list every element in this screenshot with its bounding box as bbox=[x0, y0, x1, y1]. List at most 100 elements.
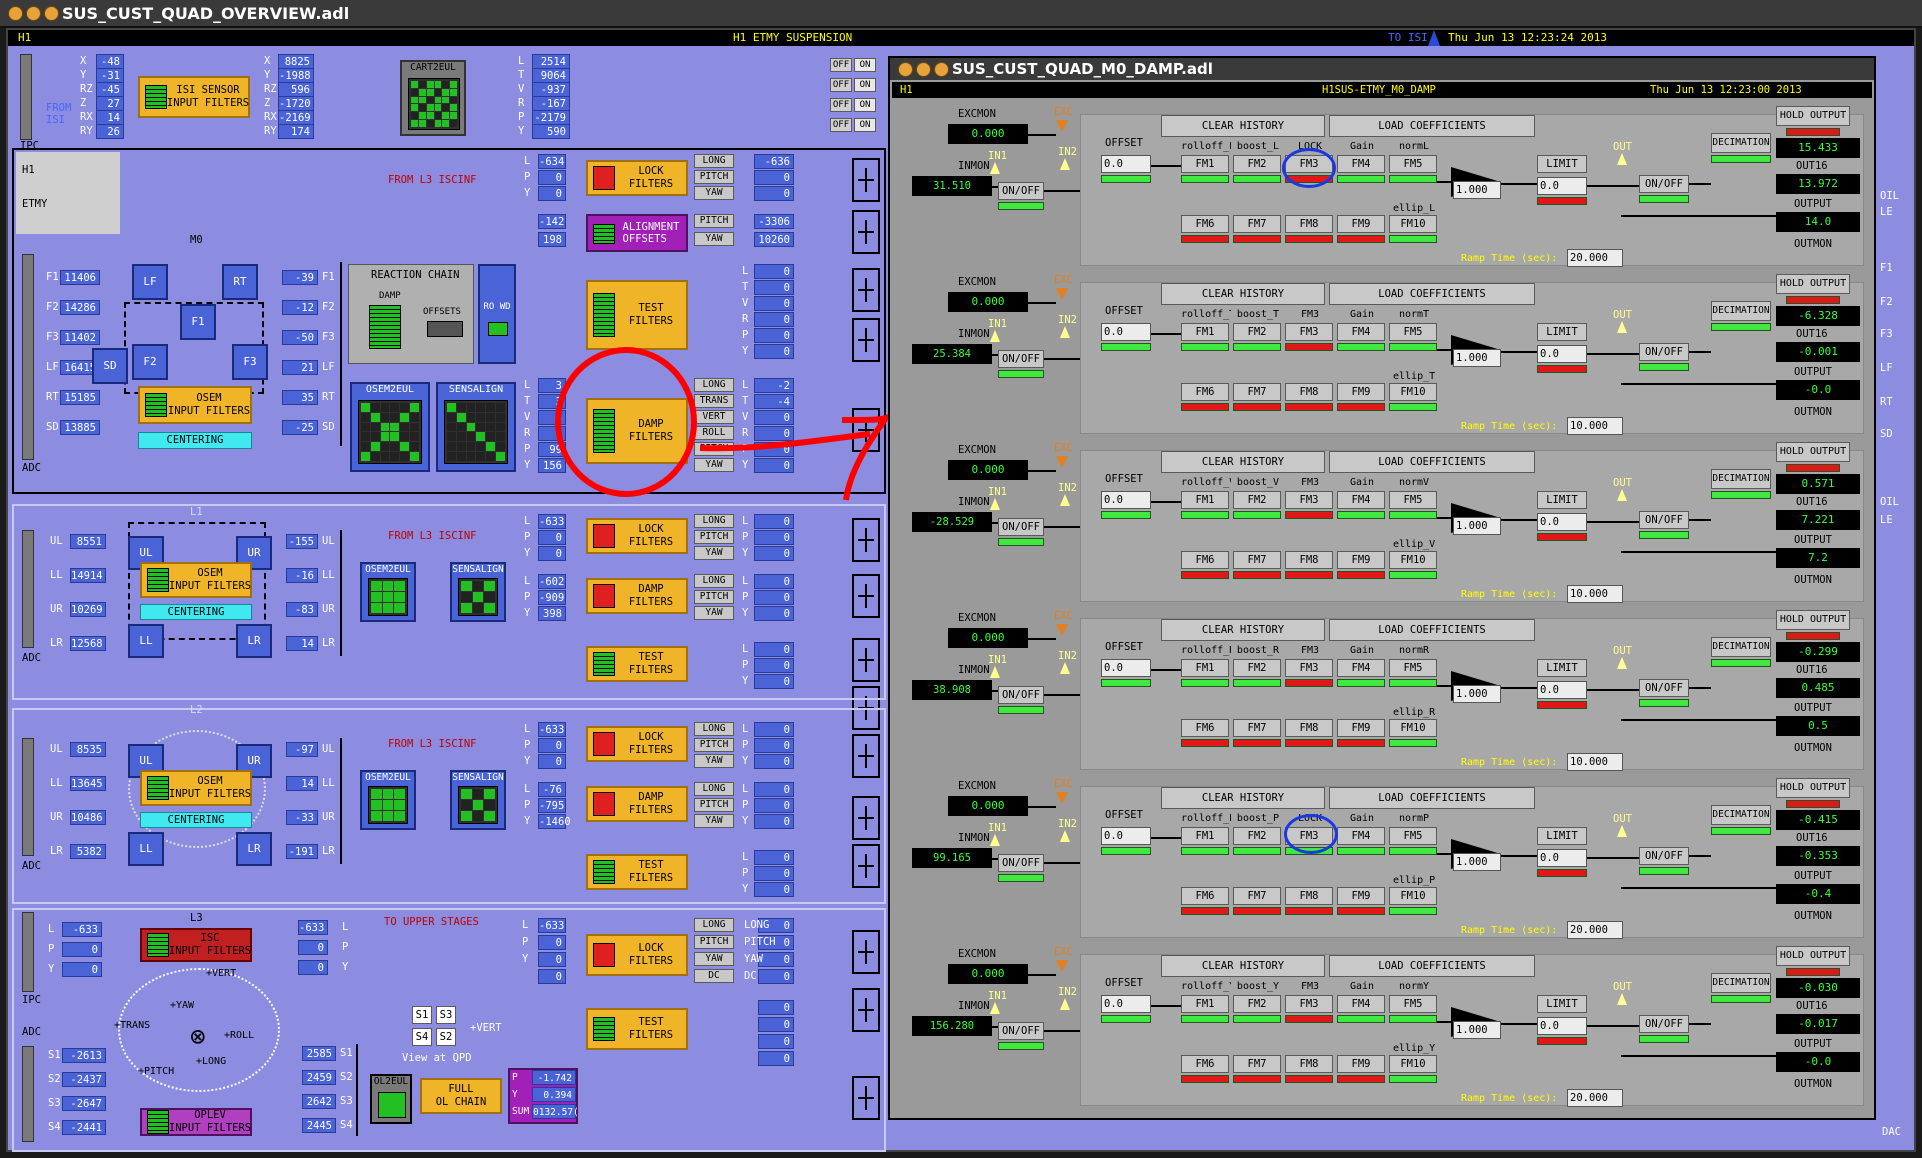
damp-minimize-button[interactable] bbox=[916, 62, 931, 77]
onoff-button[interactable]: ON/OFF bbox=[998, 686, 1044, 704]
fm7-button[interactable]: FM7 bbox=[1233, 215, 1281, 233]
gain-input[interactable]: 1.000 bbox=[1453, 1021, 1501, 1039]
fm1-button[interactable]: FM1 bbox=[1181, 827, 1229, 845]
fm5-button[interactable]: FM5 bbox=[1389, 323, 1437, 341]
gain-input[interactable]: 1.000 bbox=[1453, 685, 1501, 703]
limit-button[interactable]: LIMIT bbox=[1537, 155, 1587, 173]
ramp-time-input[interactable]: 20.000 bbox=[1567, 1089, 1623, 1107]
gain-input[interactable]: 1.000 bbox=[1453, 349, 1501, 367]
hold-output-button[interactable]: HOLD OUTPUT bbox=[1776, 946, 1850, 966]
offset-input[interactable]: 0.0 bbox=[1101, 323, 1151, 341]
decimation-button[interactable]: DECIMATION bbox=[1711, 133, 1771, 153]
fm4-button[interactable]: FM4 bbox=[1337, 659, 1385, 677]
fm1-button[interactable]: FM1 bbox=[1181, 155, 1229, 173]
decimation-button[interactable]: DECIMATION bbox=[1711, 301, 1771, 321]
fm8-button[interactable]: FM8 bbox=[1285, 383, 1333, 401]
fm7-button[interactable]: FM7 bbox=[1233, 1055, 1281, 1073]
fm7-button[interactable]: FM7 bbox=[1233, 383, 1281, 401]
fm7-button[interactable]: FM7 bbox=[1233, 551, 1281, 569]
ramp-time-input[interactable]: 20.000 bbox=[1567, 249, 1623, 267]
out-onoff-button[interactable]: ON/OFF bbox=[1639, 343, 1689, 361]
limit-button[interactable]: LIMIT bbox=[1537, 827, 1587, 845]
load-coefficients-button[interactable]: LOAD COEFFICIENTS bbox=[1329, 283, 1535, 305]
ramp-time-input[interactable]: 10.000 bbox=[1567, 417, 1623, 435]
fm9-button[interactable]: FM9 bbox=[1337, 1055, 1385, 1073]
onoff-button[interactable]: ON/OFF bbox=[998, 854, 1044, 872]
out-onoff-button[interactable]: ON/OFF bbox=[1639, 679, 1689, 697]
fm10-button[interactable]: FM10 bbox=[1389, 1055, 1437, 1073]
gain-input[interactable]: 1.000 bbox=[1453, 853, 1501, 871]
fm10-button[interactable]: FM10 bbox=[1389, 215, 1437, 233]
ramp-time-input[interactable]: 20.000 bbox=[1567, 921, 1623, 939]
gain-input[interactable]: 1.000 bbox=[1453, 181, 1501, 199]
fm1-button[interactable]: FM1 bbox=[1181, 491, 1229, 509]
fm4-button[interactable]: FM4 bbox=[1337, 995, 1385, 1013]
offset-input[interactable]: 0.0 bbox=[1101, 659, 1151, 677]
hold-output-button[interactable]: HOLD OUTPUT bbox=[1776, 274, 1850, 294]
hold-output-button[interactable]: HOLD OUTPUT bbox=[1776, 106, 1850, 126]
fm3-button[interactable]: FM3 bbox=[1285, 995, 1333, 1013]
fm3-button[interactable]: FM3 bbox=[1285, 491, 1333, 509]
onoff-button[interactable]: ON/OFF bbox=[998, 350, 1044, 368]
onoff-button[interactable]: ON/OFF bbox=[998, 182, 1044, 200]
ramp-time-input[interactable]: 10.000 bbox=[1567, 753, 1623, 771]
fm3-button[interactable]: FM3 bbox=[1285, 659, 1333, 677]
fm8-button[interactable]: FM8 bbox=[1285, 215, 1333, 233]
fm2-button[interactable]: FM2 bbox=[1233, 995, 1281, 1013]
onoff-button[interactable]: ON/OFF bbox=[998, 518, 1044, 536]
limit-button[interactable]: LIMIT bbox=[1537, 995, 1587, 1013]
decimation-button[interactable]: DECIMATION bbox=[1711, 637, 1771, 657]
clear-history-button[interactable]: CLEAR HISTORY bbox=[1161, 451, 1325, 473]
limit-input[interactable]: 0.0 bbox=[1537, 177, 1587, 195]
fm8-button[interactable]: FM8 bbox=[1285, 719, 1333, 737]
fm10-button[interactable]: FM10 bbox=[1389, 887, 1437, 905]
fm9-button[interactable]: FM9 bbox=[1337, 551, 1385, 569]
fm2-button[interactable]: FM2 bbox=[1233, 491, 1281, 509]
load-coefficients-button[interactable]: LOAD COEFFICIENTS bbox=[1329, 115, 1535, 137]
limit-button[interactable]: LIMIT bbox=[1537, 659, 1587, 677]
fm6-button[interactable]: FM6 bbox=[1181, 551, 1229, 569]
ramp-time-input[interactable]: 10.000 bbox=[1567, 585, 1623, 603]
fm2-button[interactable]: FM2 bbox=[1233, 323, 1281, 341]
fm4-button[interactable]: FM4 bbox=[1337, 155, 1385, 173]
fm1-button[interactable]: FM1 bbox=[1181, 995, 1229, 1013]
gain-input[interactable]: 1.000 bbox=[1453, 517, 1501, 535]
hold-output-button[interactable]: HOLD OUTPUT bbox=[1776, 442, 1850, 462]
fm2-button[interactable]: FM2 bbox=[1233, 659, 1281, 677]
out-onoff-button[interactable]: ON/OFF bbox=[1639, 847, 1689, 865]
fm4-button[interactable]: FM4 bbox=[1337, 323, 1385, 341]
fm9-button[interactable]: FM9 bbox=[1337, 887, 1385, 905]
clear-history-button[interactable]: CLEAR HISTORY bbox=[1161, 283, 1325, 305]
decimation-button[interactable]: DECIMATION bbox=[1711, 805, 1771, 825]
fm9-button[interactable]: FM9 bbox=[1337, 719, 1385, 737]
load-coefficients-button[interactable]: LOAD COEFFICIENTS bbox=[1329, 955, 1535, 977]
fm2-button[interactable]: FM2 bbox=[1233, 155, 1281, 173]
offset-input[interactable]: 0.0 bbox=[1101, 491, 1151, 509]
fm5-button[interactable]: FM5 bbox=[1389, 827, 1437, 845]
fm8-button[interactable]: FM8 bbox=[1285, 551, 1333, 569]
fm5-button[interactable]: FM5 bbox=[1389, 659, 1437, 677]
out-onoff-button[interactable]: ON/OFF bbox=[1639, 175, 1689, 193]
fm6-button[interactable]: FM6 bbox=[1181, 1055, 1229, 1073]
limit-input[interactable]: 0.0 bbox=[1537, 849, 1587, 867]
decimation-button[interactable]: DECIMATION bbox=[1711, 469, 1771, 489]
fm1-button[interactable]: FM1 bbox=[1181, 659, 1229, 677]
fm6-button[interactable]: FM6 bbox=[1181, 215, 1229, 233]
fm6-button[interactable]: FM6 bbox=[1181, 383, 1229, 401]
limit-input[interactable]: 0.0 bbox=[1537, 345, 1587, 363]
offset-input[interactable]: 0.0 bbox=[1101, 827, 1151, 845]
fm6-button[interactable]: FM6 bbox=[1181, 887, 1229, 905]
clear-history-button[interactable]: CLEAR HISTORY bbox=[1161, 619, 1325, 641]
clear-history-button[interactable]: CLEAR HISTORY bbox=[1161, 955, 1325, 977]
clear-history-button[interactable]: CLEAR HISTORY bbox=[1161, 115, 1325, 137]
fm5-button[interactable]: FM5 bbox=[1389, 995, 1437, 1013]
hold-output-button[interactable]: HOLD OUTPUT bbox=[1776, 778, 1850, 798]
onoff-button[interactable]: ON/OFF bbox=[998, 1022, 1044, 1040]
fm1-button[interactable]: FM1 bbox=[1181, 323, 1229, 341]
fm3-button[interactable]: FM3 bbox=[1285, 323, 1333, 341]
load-coefficients-button[interactable]: LOAD COEFFICIENTS bbox=[1329, 451, 1535, 473]
limit-input[interactable]: 0.0 bbox=[1537, 681, 1587, 699]
limit-button[interactable]: LIMIT bbox=[1537, 323, 1587, 341]
limit-input[interactable]: 0.0 bbox=[1537, 1017, 1587, 1035]
fm5-button[interactable]: FM5 bbox=[1389, 491, 1437, 509]
